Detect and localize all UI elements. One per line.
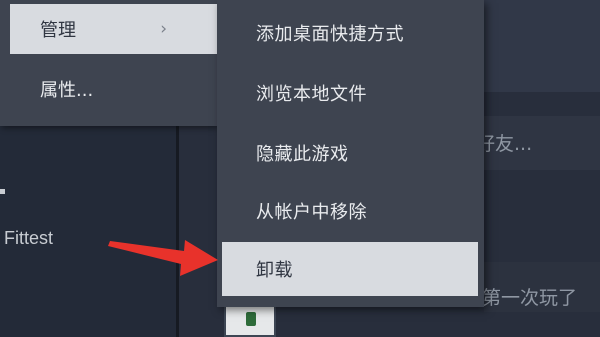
game-icon[interactable] xyxy=(224,302,276,337)
submenu-item-label: 从帐户中移除 xyxy=(256,202,367,223)
submenu-item-browse-local-files[interactable]: 浏览本地文件 xyxy=(222,66,478,120)
submenu-item-label: 浏览本地文件 xyxy=(256,84,367,105)
chevron-right-icon: › xyxy=(160,19,167,39)
menu-item-label: 属性... xyxy=(40,80,94,101)
status-dot xyxy=(0,189,5,194)
manage-submenu: 添加桌面快捷方式 浏览本地文件 隐藏此游戏 从帐户中移除 卸载 xyxy=(217,0,484,307)
submenu-item-uninstall[interactable]: 卸载 xyxy=(222,242,478,296)
submenu-item-label: 隐藏此游戏 xyxy=(256,144,349,165)
submenu-item-label: 卸载 xyxy=(256,260,293,281)
menu-item-properties[interactable]: 属性... xyxy=(10,64,217,114)
context-menu: 管理 › 属性... xyxy=(0,0,217,126)
submenu-item-label: 添加桌面快捷方式 xyxy=(256,24,404,45)
panel-divider xyxy=(176,126,179,337)
header-strip xyxy=(484,0,600,92)
friend-name[interactable]: Fittest xyxy=(4,228,53,249)
game-icon-glyph xyxy=(246,312,256,326)
submenu-item-remove-from-account[interactable]: 从帐户中移除 xyxy=(222,184,478,238)
menu-item-manage[interactable]: 管理 › xyxy=(10,4,217,54)
playtime-text: 第一次玩了 xyxy=(482,287,578,309)
menu-item-label: 管理 xyxy=(40,20,76,41)
submenu-item-add-shortcut[interactable]: 添加桌面快捷方式 xyxy=(222,6,478,60)
comment-text: 好友... xyxy=(476,133,533,155)
submenu-item-hide-game[interactable]: 隐藏此游戏 xyxy=(222,126,478,180)
